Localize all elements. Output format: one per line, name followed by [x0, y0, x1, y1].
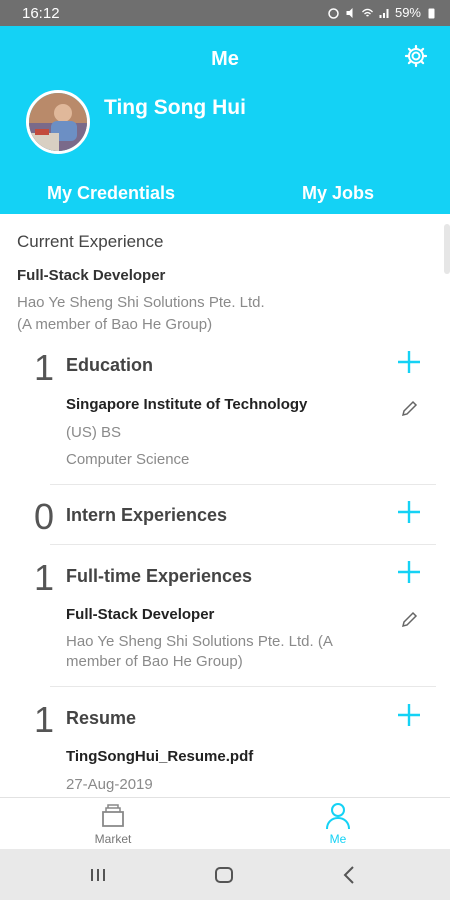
- signal-icon: [379, 8, 389, 18]
- resume-date: 27-Aug-2019: [66, 776, 153, 793]
- intern-count: 0: [34, 496, 55, 537]
- edit-fulltime-pencil-icon[interactable]: [400, 611, 418, 629]
- home-icon[interactable]: [212, 863, 236, 887]
- divider: [50, 544, 436, 545]
- user-name: Ting Song Hui: [104, 96, 246, 119]
- battery-percent: 59%: [394, 5, 421, 20]
- education-count: 1: [34, 347, 55, 388]
- divider: [50, 686, 436, 687]
- recent-apps-icon[interactable]: [86, 863, 110, 887]
- resume-label: Resume: [66, 708, 137, 728]
- current-role: Full-Stack Developer: [17, 267, 166, 284]
- fulltime-company-line2: member of Bao He Group): [66, 653, 243, 670]
- gear-icon[interactable]: [404, 44, 428, 68]
- status-time: 16:12: [22, 5, 60, 22]
- add-fulltime-plus-icon[interactable]: [396, 559, 422, 585]
- nav-market-label: Market: [94, 832, 132, 846]
- market-icon: [102, 804, 124, 827]
- page-title: Me: [211, 48, 239, 70]
- add-intern-plus-icon[interactable]: [396, 499, 422, 525]
- nav-me[interactable]: Me: [278, 802, 398, 846]
- intern-label: Intern Experiences: [66, 505, 228, 525]
- education-label: Education: [66, 355, 154, 375]
- tab-my-jobs[interactable]: My Jobs: [302, 183, 374, 204]
- back-icon[interactable]: [338, 863, 362, 887]
- nav-me-label: Me: [329, 832, 347, 846]
- current-experience-heading: Current Experience: [17, 232, 164, 251]
- scroll-indicator: [444, 224, 450, 274]
- avatar[interactable]: [26, 90, 90, 154]
- fulltime-label: Full-time Experiences: [66, 566, 253, 586]
- battery-icon: [428, 8, 435, 18]
- education-degree: (US) BS: [66, 424, 122, 441]
- person-icon: [326, 803, 350, 830]
- education-school: Singapore Institute of Technology: [66, 396, 308, 413]
- alarm-icon: [328, 7, 339, 19]
- credentials-content[interactable]: Current Experience Full-Stack Developer …: [0, 214, 450, 797]
- current-company-line1: Hao Ye Sheng Shi Solutions Pte. Ltd.: [17, 294, 265, 311]
- resume-count: 1: [34, 699, 55, 740]
- edit-education-pencil-icon[interactable]: [400, 400, 418, 418]
- add-education-plus-icon[interactable]: [396, 349, 422, 375]
- status-bar: 16:12 59%: [0, 0, 450, 26]
- system-nav-bar: [0, 849, 450, 900]
- avatar-photo: [29, 93, 87, 151]
- profile-header: Me Ting Song Hui My Credentials My Jobs: [0, 26, 450, 214]
- resume-file[interactable]: TingSongHui_Resume.pdf: [66, 748, 253, 765]
- fulltime-company-line1: Hao Ye Sheng Shi Solutions Pte. Ltd. (A: [66, 633, 333, 650]
- status-icons: 59%: [327, 5, 438, 20]
- fulltime-count: 1: [34, 557, 55, 598]
- fulltime-role: Full-Stack Developer: [66, 606, 215, 623]
- tab-my-credentials[interactable]: My Credentials: [47, 183, 175, 204]
- add-resume-plus-icon[interactable]: [396, 702, 422, 728]
- bottom-nav: Market Me: [0, 797, 450, 849]
- current-company-line2: (A member of Bao He Group): [17, 316, 213, 333]
- mute-icon: [346, 7, 353, 18]
- divider: [50, 484, 436, 485]
- nav-market[interactable]: Market: [53, 802, 173, 846]
- wifi-icon: [362, 8, 373, 16]
- education-major: Computer Science: [66, 451, 190, 468]
